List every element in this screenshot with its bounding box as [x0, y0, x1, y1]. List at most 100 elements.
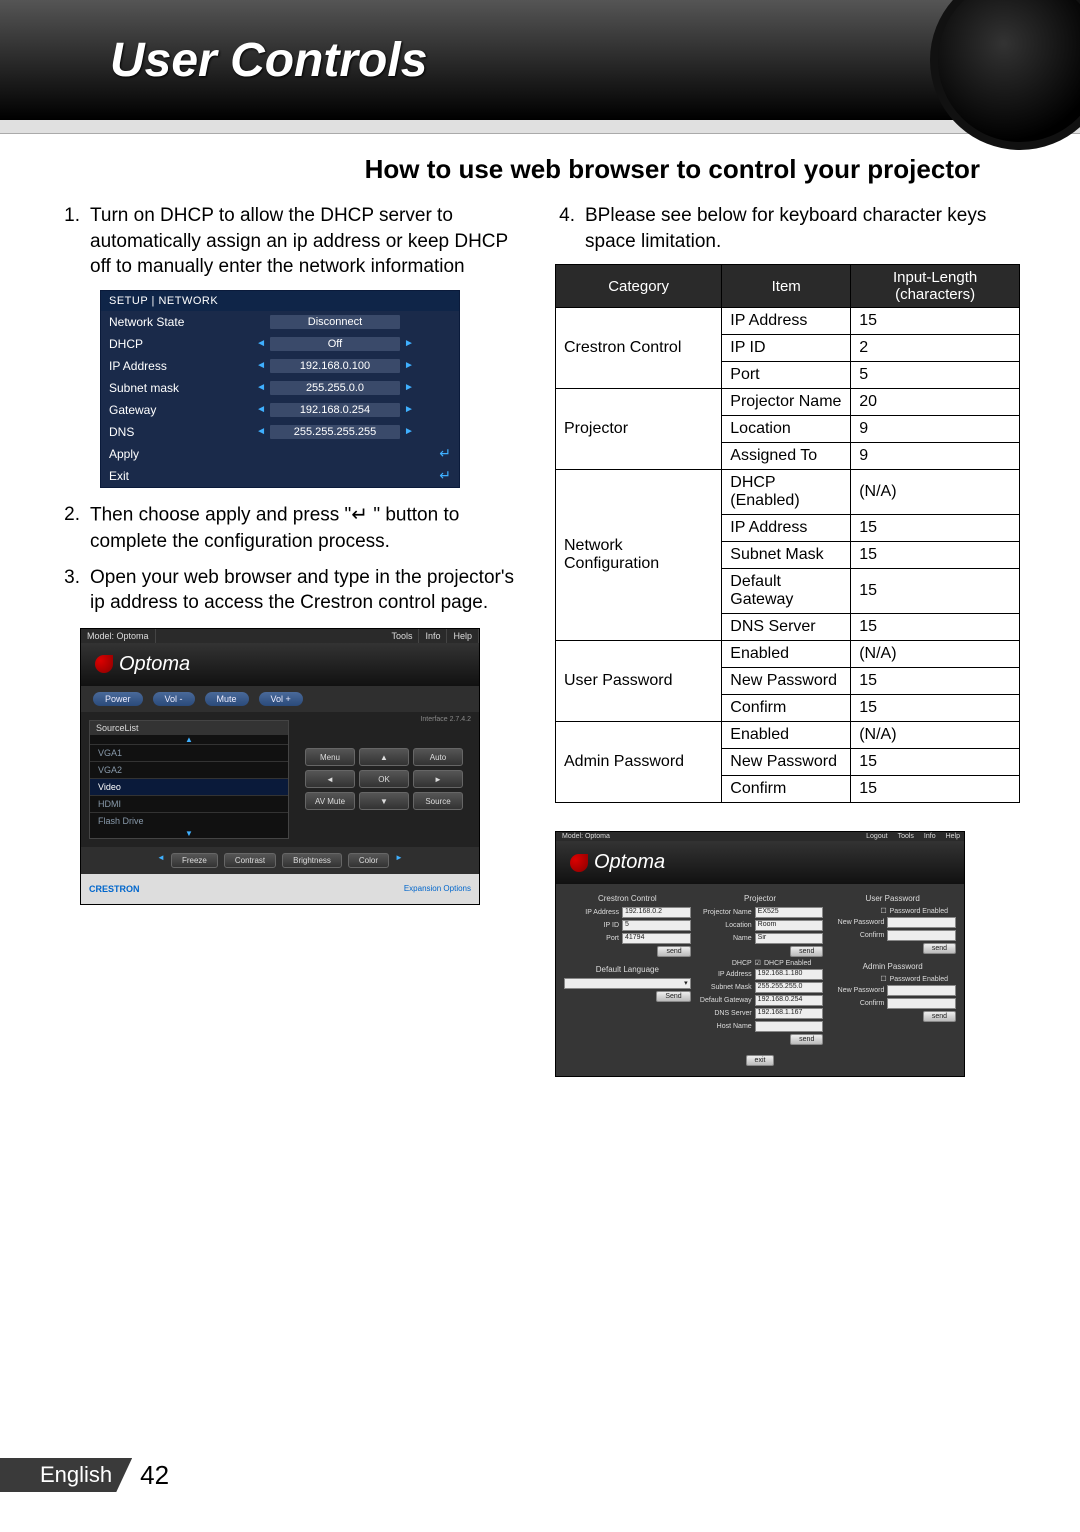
input-length-table: Category Item Input-Length (characters) … [555, 264, 1020, 803]
tab-info[interactable]: Info [419, 629, 447, 643]
step-2: 2. Then choose apply and press "↵ " butt… [60, 502, 525, 555]
input-field[interactable]: 192.168.1.180 [755, 969, 824, 980]
optoma-logo-icon [95, 655, 113, 673]
page-footer: English 42 [0, 1458, 169, 1492]
table-row: Crestron ControlIP Address15 [556, 308, 1020, 335]
password-col: User Password ☐ Password Enabled New Pas… [829, 894, 956, 1047]
vol-up-button[interactable]: Vol + [259, 692, 303, 706]
exit-button[interactable]: exit [746, 1055, 775, 1066]
tools-screenshot: Model: Optoma Logout Tools Info Help Opt… [555, 831, 965, 1077]
source-list: SourceList ▲ VGA1 VGA2 Video HDMI Flash … [89, 720, 289, 839]
bottom-button-row: ◄ Freeze Contrast Brightness Color ► [81, 847, 479, 874]
source-flashdrive[interactable]: Flash Drive [90, 812, 288, 829]
model-label: Model: Optoma [81, 629, 156, 643]
source-vga1[interactable]: VGA1 [90, 744, 288, 761]
dpad: Menu ▲ Auto ◄ OK ► AV Mute ▼ Source [297, 720, 471, 839]
interface-label: Interface 2.7.4.2 [420, 716, 471, 723]
logout-tab[interactable]: Logout [866, 833, 887, 840]
avmute-button[interactable]: AV Mute [305, 792, 355, 810]
table-row: Admin PasswordEnabled(N/A) [556, 722, 1020, 749]
input-field[interactable]: Room [755, 920, 824, 931]
input-field[interactable] [887, 917, 956, 928]
crestron-footer: CRESTRON Expansion Options [81, 874, 479, 904]
input-field[interactable] [887, 930, 956, 941]
header-band: User Controls [0, 0, 1080, 120]
input-field[interactable] [887, 998, 956, 1009]
osd-row: Gateway◄192.168.0.254► [101, 399, 459, 421]
osd-row: DHCP◄Off► [101, 333, 459, 355]
send-button[interactable]: send [790, 946, 823, 957]
osd-network-menu: SETUP | NETWORK Network StateDisconnectD… [100, 290, 460, 488]
send-button[interactable]: send [923, 943, 956, 954]
send-button[interactable]: send [790, 1034, 823, 1045]
sub-band [0, 120, 1080, 134]
ok-button[interactable]: OK [359, 770, 409, 788]
step-4: 4. BPlease see below for keyboard charac… [555, 203, 1020, 254]
auto-button[interactable]: Auto [413, 748, 463, 766]
tools-tab[interactable]: Tools [898, 833, 914, 840]
right-button[interactable]: ► [413, 770, 463, 788]
input-field[interactable]: Sir [755, 933, 824, 944]
right-column: 4. BPlease see below for keyboard charac… [555, 203, 1020, 1077]
table-row: User PasswordEnabled(N/A) [556, 641, 1020, 668]
osd-row: Network StateDisconnect [101, 311, 459, 333]
input-field[interactable]: 41794 [622, 933, 691, 944]
osd-row: Apply↵ [101, 443, 459, 465]
content-area: How to use web browser to control your p… [0, 134, 1080, 1077]
step-3: 3. Open your web browser and type in the… [60, 565, 525, 616]
osd-row: DNS◄255.255.255.255► [101, 421, 459, 443]
menu-button[interactable]: Menu [305, 748, 355, 766]
left-column: 1. Turn on DHCP to allow the DHCP server… [60, 203, 525, 1077]
brand-bar: Optoma [81, 643, 479, 686]
table-row: ProjectorProjector Name20 [556, 389, 1020, 416]
step-1: 1. Turn on DHCP to allow the DHCP server… [60, 203, 525, 280]
prev-icon[interactable]: ◄ [157, 853, 165, 868]
down-button[interactable]: ▼ [359, 792, 409, 810]
osd-row: Exit↵ [101, 465, 459, 487]
tab-help[interactable]: Help [447, 629, 479, 643]
source-video[interactable]: Video [90, 778, 288, 795]
top-button-row: Power Vol - Mute Vol + [81, 686, 479, 712]
page-title: User Controls [110, 33, 427, 88]
footer-language: English [0, 1458, 132, 1492]
help-tab[interactable]: Help [946, 833, 960, 840]
section-title: How to use web browser to control your p… [60, 154, 1020, 185]
input-field[interactable]: 192.168.1.167 [755, 1008, 824, 1019]
table-row: Network ConfigurationDHCP (Enabled)(N/A) [556, 470, 1020, 515]
crestron-control-screenshot: Model: Optoma Tools Info Help Optoma Pow… [80, 628, 480, 905]
brightness-button[interactable]: Brightness [282, 853, 342, 868]
input-field[interactable]: 5 [622, 920, 691, 931]
left-button[interactable]: ◄ [305, 770, 355, 788]
source-vga2[interactable]: VGA2 [90, 761, 288, 778]
expansion-options-link[interactable]: Expansion Options [404, 884, 471, 893]
footer-page-number: 42 [140, 1460, 169, 1491]
enter-icon: ↵ [351, 502, 368, 529]
input-field[interactable]: EX525 [755, 907, 824, 918]
input-field[interactable] [887, 985, 956, 996]
freeze-button[interactable]: Freeze [171, 853, 218, 868]
input-field[interactable] [755, 1021, 824, 1032]
source-button[interactable]: Source [413, 792, 463, 810]
next-icon[interactable]: ► [395, 853, 403, 868]
send-button[interactable]: send [657, 946, 690, 957]
color-button[interactable]: Color [348, 853, 389, 868]
vol-down-button[interactable]: Vol - [153, 692, 195, 706]
up-button[interactable]: ▲ [359, 748, 409, 766]
tab-tools[interactable]: Tools [385, 629, 419, 643]
language-select[interactable]: ▾ [564, 978, 691, 989]
send-button[interactable]: Send [656, 991, 690, 1002]
send-button[interactable]: send [923, 1011, 956, 1022]
optoma-logo-icon [570, 854, 588, 872]
projector-col: Projector Projector NameEX525LocationRoo… [697, 894, 824, 1047]
mute-button[interactable]: Mute [205, 692, 249, 706]
col-length: Input-Length (characters) [851, 265, 1020, 308]
info-tab[interactable]: Info [924, 833, 936, 840]
power-button[interactable]: Power [93, 692, 143, 706]
input-field[interactable]: 192.168.0.254 [755, 995, 824, 1006]
col-item: Item [722, 265, 851, 308]
col-category: Category [556, 265, 722, 308]
input-field[interactable]: 255.255.255.0 [755, 982, 824, 993]
input-field[interactable]: 192.168.0.2 [622, 907, 691, 918]
source-hdmi[interactable]: HDMI [90, 795, 288, 812]
contrast-button[interactable]: Contrast [224, 853, 276, 868]
